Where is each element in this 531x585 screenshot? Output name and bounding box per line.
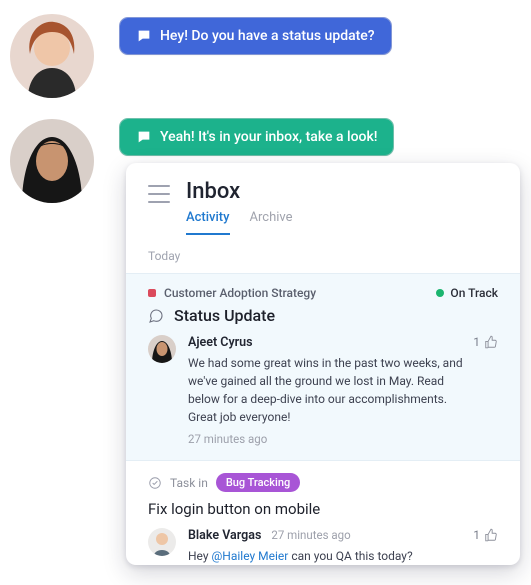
- status-text: On Track: [450, 286, 498, 300]
- inbox-item-status-update[interactable]: Customer Adoption Strategy On Track Stat…: [126, 273, 520, 461]
- author-avatar: [148, 335, 176, 363]
- project-pill[interactable]: Bug Tracking: [216, 473, 300, 492]
- inbox-title: Inbox: [186, 179, 498, 204]
- avatar-user-2: [10, 119, 94, 203]
- task-title: Fix login button on mobile: [148, 500, 498, 518]
- task-in-label: Task in: [170, 476, 208, 490]
- chat-bubble-2: Yeah! It's in your inbox, take a look!: [120, 119, 393, 155]
- comment-icon: [148, 308, 164, 324]
- tab-archive[interactable]: Archive: [250, 210, 293, 235]
- hamburger-menu-icon[interactable]: [148, 185, 170, 203]
- task-check-icon: [148, 476, 162, 490]
- author-name: Ajeet Cyrus: [188, 335, 465, 350]
- chat-icon: [136, 28, 152, 44]
- thumbs-up-icon: [484, 528, 498, 542]
- status-badge: On Track: [436, 286, 498, 300]
- like-count: 1: [473, 528, 480, 542]
- item-heading: Status Update: [174, 306, 275, 325]
- inbox-tabs: Activity Archive: [186, 210, 498, 235]
- project-name: Customer Adoption Strategy: [164, 286, 316, 300]
- author-avatar: [148, 528, 176, 556]
- section-today: Today: [126, 235, 520, 273]
- chat-bubble-1: Hey! Do you have a status update?: [120, 18, 391, 54]
- post-time: 27 minutes ago: [271, 528, 350, 542]
- like-count: 1: [473, 335, 480, 349]
- inbox-item-task[interactable]: Task in Bug Tracking Fix login button on…: [126, 461, 520, 585]
- chat-text-1: Hey! Do you have a status update?: [160, 28, 375, 44]
- post-text: We had some great wins in the past two w…: [188, 354, 465, 426]
- post-text: Hey @Hailey Meier can you QA this today?: [188, 547, 465, 565]
- project-color-dot: [148, 289, 156, 297]
- like-button[interactable]: 1: [473, 335, 498, 349]
- thumbs-up-icon: [484, 335, 498, 349]
- post-time: 27 minutes ago: [188, 432, 465, 446]
- mention[interactable]: @Hailey Meier: [212, 549, 289, 563]
- chat-text-2: Yeah! It's in your inbox, take a look!: [160, 129, 377, 145]
- tab-activity[interactable]: Activity: [186, 210, 230, 235]
- inbox-panel: Inbox Activity Archive Today Customer Ad…: [126, 163, 520, 565]
- status-dot-icon: [436, 289, 444, 297]
- like-button[interactable]: 1: [473, 528, 498, 542]
- author-name: Blake Vargas: [188, 528, 261, 543]
- avatar-user-1: [10, 14, 94, 98]
- chat-icon: [136, 129, 152, 145]
